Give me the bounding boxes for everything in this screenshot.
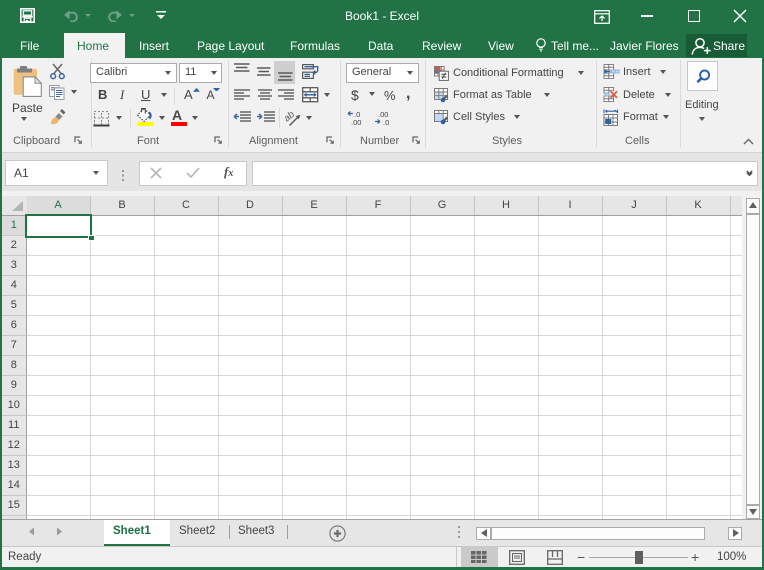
svg-text:.00: .00 bbox=[351, 118, 361, 126]
svg-text:ab: ab bbox=[285, 109, 297, 124]
svg-text:.0: .0 bbox=[383, 118, 389, 126]
